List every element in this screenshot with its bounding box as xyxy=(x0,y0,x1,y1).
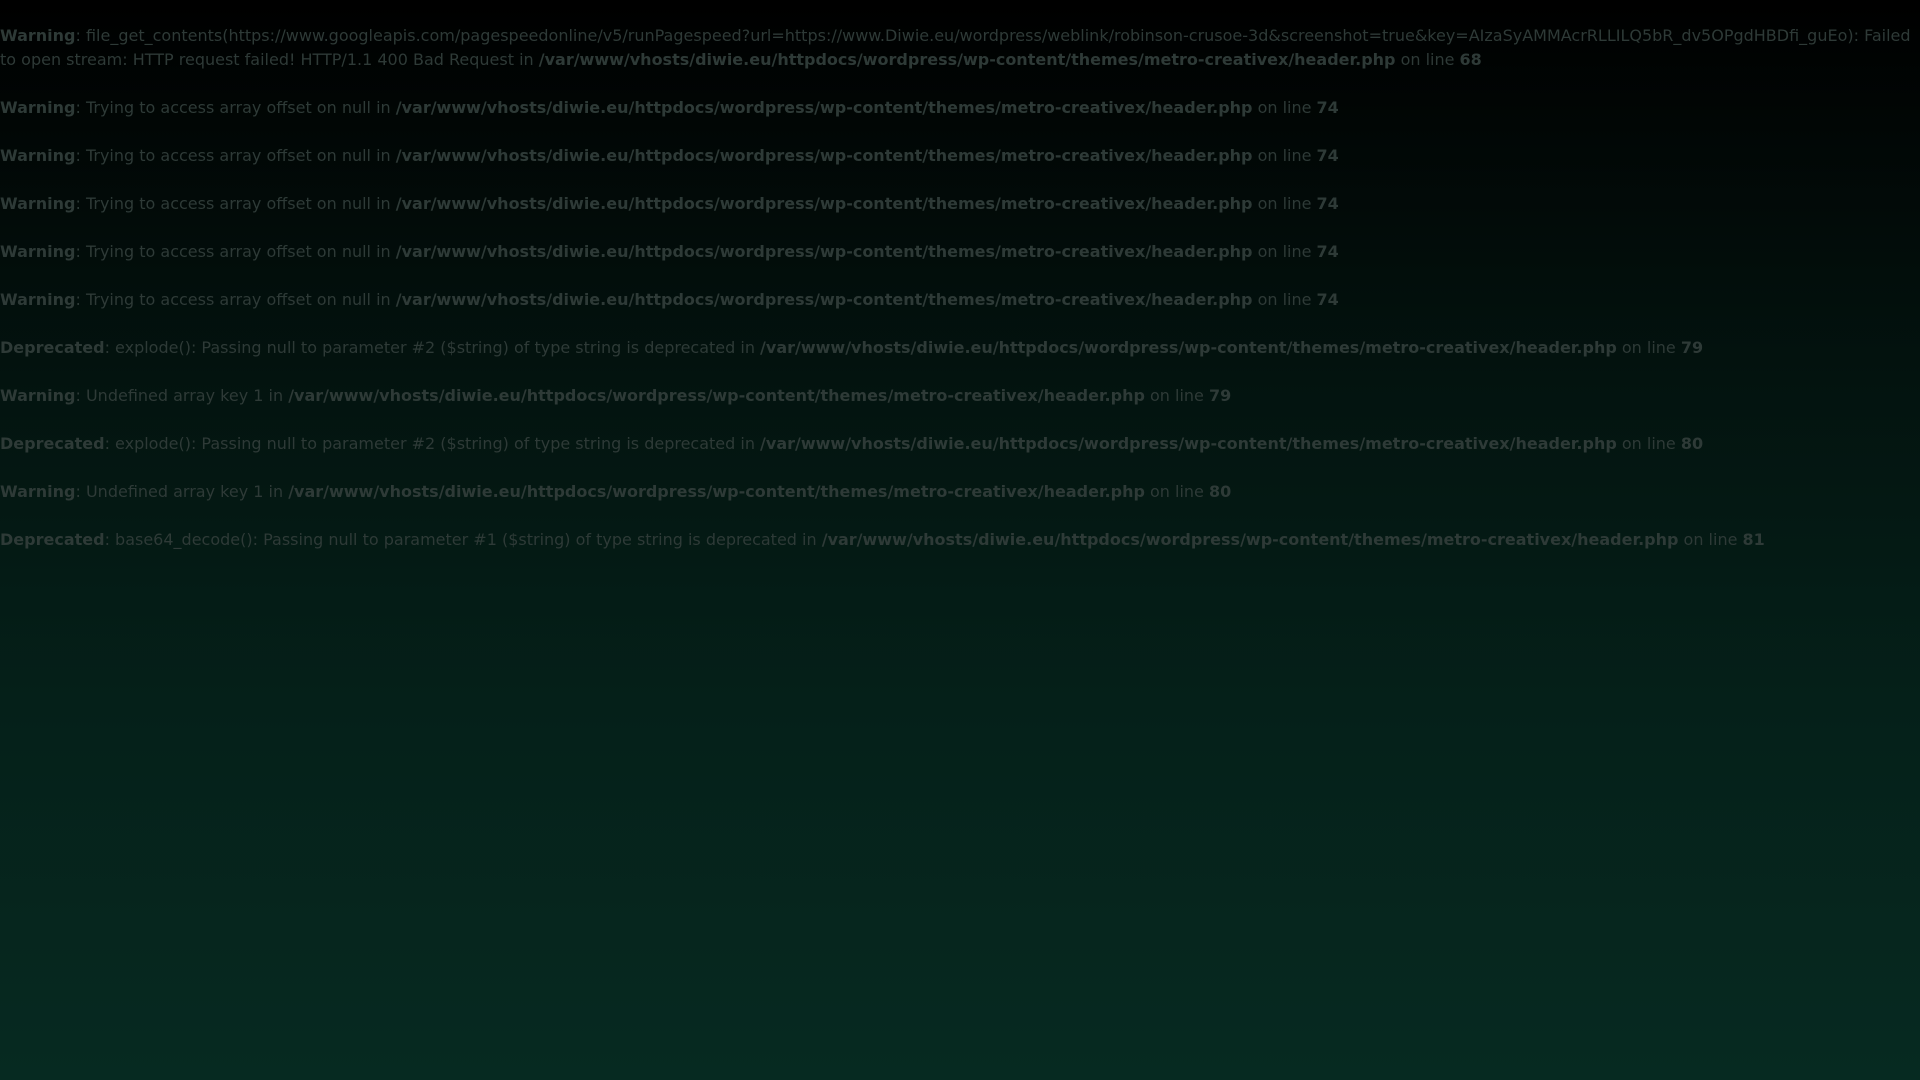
error-text: : base64_decode(): Passing null to param… xyxy=(104,530,822,549)
error-message: Deprecated: explode(): Passing null to p… xyxy=(0,432,1920,456)
line-number: 79 xyxy=(1680,338,1704,357)
error-text: : Trying to access array offset on null … xyxy=(75,242,396,261)
error-text: : Trying to access array offset on null … xyxy=(75,98,396,117)
error-level: Warning xyxy=(0,194,76,213)
error-message: Warning: Undefined array key 1 in /var/w… xyxy=(0,384,1920,408)
error-level: Warning xyxy=(0,146,76,165)
file-path: /var/www/vhosts/diwie.eu/httpdocs/wordpr… xyxy=(395,98,1253,117)
on-line-text: on line xyxy=(1616,338,1681,357)
error-text: : explode(): Passing null to parameter #… xyxy=(104,434,761,453)
error-level: Warning xyxy=(0,242,76,261)
error-text: : Trying to access array offset on null … xyxy=(75,146,396,165)
on-line-text: on line xyxy=(1144,482,1209,501)
line-number: 81 xyxy=(1742,530,1765,549)
file-path: /var/www/vhosts/diwie.eu/httpdocs/wordpr… xyxy=(288,386,1145,405)
on-line-text: on line xyxy=(1616,434,1681,453)
on-line-text: on line xyxy=(1252,194,1317,213)
line-number: 80 xyxy=(1208,482,1232,501)
file-path: /var/www/vhosts/diwie.eu/httpdocs/wordpr… xyxy=(538,50,1396,69)
error-message: Warning: Trying to access array offset o… xyxy=(0,96,1920,120)
file-path: /var/www/vhosts/diwie.eu/httpdocs/wordpr… xyxy=(395,290,1253,309)
file-path: /var/www/vhosts/diwie.eu/httpdocs/wordpr… xyxy=(821,530,1679,549)
on-line-text: on line xyxy=(1395,50,1460,69)
error-message: Warning: Trying to access array offset o… xyxy=(0,288,1920,312)
error-text: : Undefined array key 1 in xyxy=(75,482,289,501)
file-path: /var/www/vhosts/diwie.eu/httpdocs/wordpr… xyxy=(288,482,1145,501)
error-text: : Undefined array key 1 in xyxy=(75,386,289,405)
error-message: Deprecated: base64_decode(): Passing nul… xyxy=(0,528,1920,552)
file-path: /var/www/vhosts/diwie.eu/httpdocs/wordpr… xyxy=(760,338,1617,357)
error-message: Warning: file_get_contents(https://www.g… xyxy=(0,24,1920,72)
file-path: /var/www/vhosts/diwie.eu/httpdocs/wordpr… xyxy=(395,146,1253,165)
line-number: 68 xyxy=(1459,50,1482,69)
on-line-text: on line xyxy=(1252,146,1317,165)
error-message: Warning: Undefined array key 1 in /var/w… xyxy=(0,480,1920,504)
error-text: : Trying to access array offset on null … xyxy=(75,194,396,213)
error-text: : Trying to access array offset on null … xyxy=(75,290,396,309)
error-page: { "background": { "gradient_top": "#0000… xyxy=(0,0,1920,1080)
line-number: 74 xyxy=(1316,98,1339,117)
on-line-text: on line xyxy=(1252,98,1317,117)
error-text: : explode(): Passing null to parameter #… xyxy=(104,338,761,357)
php-error-list: Warning: file_get_contents(https://www.g… xyxy=(0,24,1920,576)
error-message: Warning: Trying to access array offset o… xyxy=(0,144,1920,168)
file-path: /var/www/vhosts/diwie.eu/httpdocs/wordpr… xyxy=(760,434,1617,453)
error-level: Warning xyxy=(0,26,76,45)
on-line-text: on line xyxy=(1252,290,1317,309)
file-path: /var/www/vhosts/diwie.eu/httpdocs/wordpr… xyxy=(395,194,1253,213)
error-level: Deprecated xyxy=(0,530,105,549)
error-level: Warning xyxy=(0,98,76,117)
error-message: Warning: Trying to access array offset o… xyxy=(0,240,1920,264)
error-level: Warning xyxy=(0,386,76,405)
error-message: Deprecated: explode(): Passing null to p… xyxy=(0,336,1920,360)
error-level: Deprecated xyxy=(0,338,105,357)
line-number: 74 xyxy=(1316,242,1339,261)
error-level: Deprecated xyxy=(0,434,105,453)
line-number: 79 xyxy=(1208,386,1232,405)
error-level: Warning xyxy=(0,482,76,501)
file-path: /var/www/vhosts/diwie.eu/httpdocs/wordpr… xyxy=(395,242,1253,261)
on-line-text: on line xyxy=(1252,242,1317,261)
error-message: Warning: Trying to access array offset o… xyxy=(0,192,1920,216)
on-line-text: on line xyxy=(1144,386,1209,405)
error-level: Warning xyxy=(0,290,76,309)
on-line-text: on line xyxy=(1678,530,1743,549)
line-number: 74 xyxy=(1316,146,1339,165)
line-number: 74 xyxy=(1316,290,1339,309)
line-number: 74 xyxy=(1316,194,1339,213)
line-number: 80 xyxy=(1680,434,1704,453)
